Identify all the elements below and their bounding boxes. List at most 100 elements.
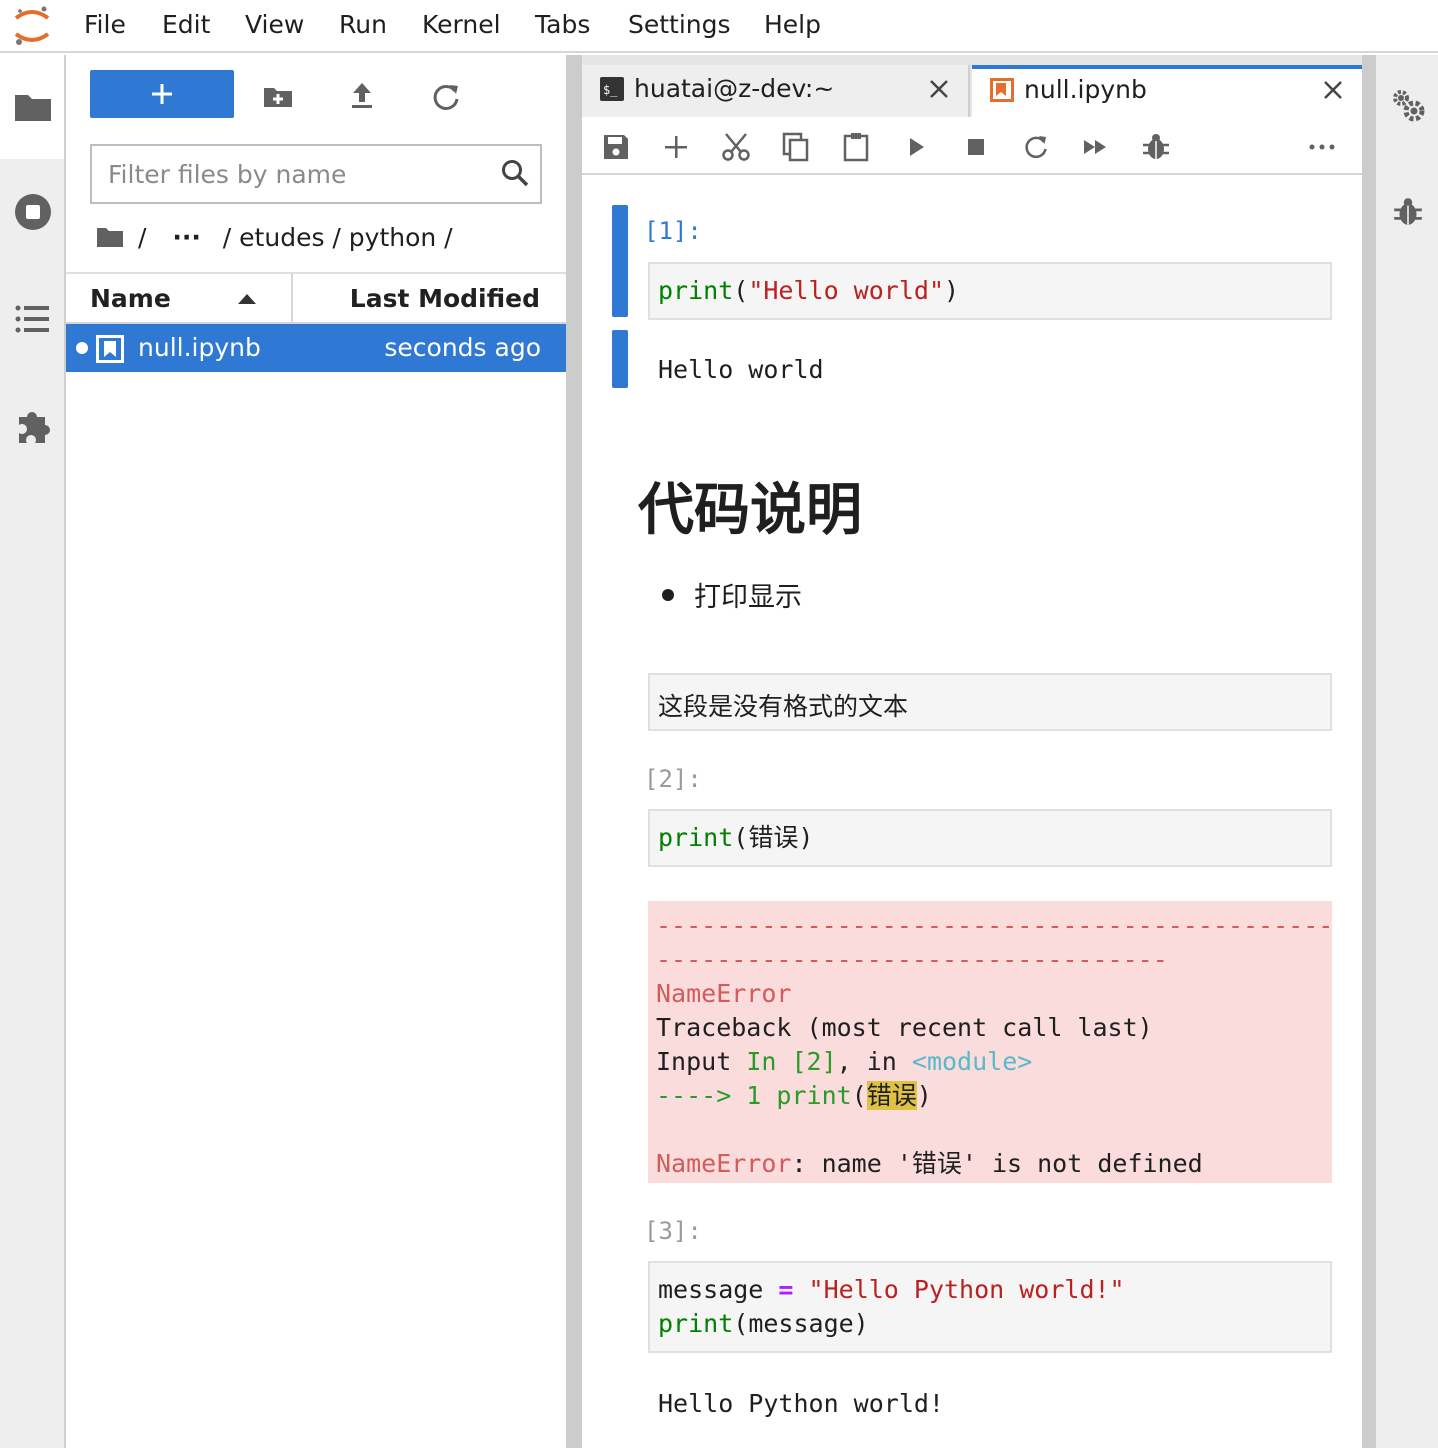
file-name: null.ipynb [138,333,261,362]
raw-cell[interactable]: 这段是没有格式的文本 [648,673,1332,731]
folder-home-icon[interactable] [96,225,124,249]
notebook-file-icon [96,335,124,363]
menu-tabs[interactable]: Tabs [535,10,590,39]
upload-icon[interactable] [342,77,382,117]
cell-output: Hello Python world! [658,1389,944,1418]
markdown-list-text: 打印显示 [694,582,802,613]
save-icon[interactable] [600,131,632,163]
svg-text:$_: $_ [603,83,618,97]
plus-icon [152,84,172,104]
run-icon[interactable] [900,131,932,163]
folder-icon[interactable] [13,87,53,127]
markdown-heading: 代码说明 [638,478,862,543]
paste-icon[interactable] [840,131,872,163]
column-name-header[interactable]: Name [90,284,171,313]
cut-icon[interactable] [720,131,752,163]
code-token: print [658,823,734,852]
error-token: ----> 1 [656,1081,777,1110]
debugger-icon[interactable] [1140,131,1172,163]
copy-icon[interactable] [780,131,812,163]
error-message: : name '错误' is not defined [791,1149,1203,1178]
file-modified: seconds ago [384,333,541,362]
code-token: ( [733,276,749,305]
right-panel-splitter[interactable] [1362,55,1376,1448]
file-filter [90,144,542,204]
cell-output: Hello world [658,355,824,384]
file-list-header: Name Last Modified [66,272,566,324]
input-prompt: [1]: [644,217,702,245]
error-highlight: 错误 [866,1081,917,1110]
tab-notebook[interactable]: null.ipynb [972,65,1362,117]
right-sidebar-tabs [1376,55,1438,1448]
tab-bar: $_ huatai@z-dev:~ null.ipynb [582,55,1362,117]
traceback-header: Traceback (most recent call last) [656,1013,1153,1042]
error-token: print [776,1081,852,1110]
breadcrumb-root[interactable]: / [138,223,146,252]
code-token: (错误) [733,823,814,852]
restart-run-all-icon[interactable] [1080,131,1112,163]
table-of-contents-icon[interactable] [13,299,53,339]
running-indicator [76,342,88,354]
error-token: <module> [911,1047,1033,1076]
new-launcher-button[interactable] [90,70,234,118]
new-folder-icon[interactable] [258,77,298,117]
running-kernels-icon[interactable] [13,192,53,232]
code-token: (message) [733,1309,869,1338]
input-collapser[interactable] [612,205,628,317]
menu-settings[interactable]: Settings [628,10,731,39]
code-cell-input[interactable]: print(错误) [648,809,1332,867]
input-prompt: [3]: [644,1217,702,1245]
notebook-icon [990,78,1014,102]
debugger-panel-icon[interactable] [1391,195,1425,229]
error-line: ---------------------------------- [656,945,1168,974]
close-icon[interactable] [1322,79,1344,101]
terminal-icon: $_ [600,77,624,101]
menu-run[interactable]: Run [339,10,387,39]
error-line: ----------------------------------------… [656,911,1332,940]
output-collapser[interactable] [612,330,628,388]
bullet-icon [662,589,674,601]
interrupt-icon[interactable] [960,131,992,163]
error-token: Input [656,1047,747,1076]
menu-file[interactable]: File [84,10,126,39]
code-token: "Hello Python world!" [793,1275,1125,1304]
file-list-item[interactable]: null.ipynb seconds ago [66,324,566,372]
filter-input[interactable] [108,156,488,192]
main-dock-area: $_ huatai@z-dev:~ null.ipynb [1]: print(… [582,55,1362,1448]
notebook-toolbar [582,117,1362,175]
code-token: = [778,1275,794,1304]
insert-cell-icon[interactable] [660,131,692,163]
menu-help[interactable]: Help [764,10,821,39]
jupyter-logo-icon [14,6,50,45]
code-token: "Hello world" [748,276,944,305]
extension-puzzle-icon[interactable] [13,405,53,445]
code-token: print [658,1309,734,1338]
error-name: NameError [656,979,792,1008]
notebook-content[interactable]: [1]: print("Hello world") Hello world 代码… [582,175,1362,1448]
breadcrumb-ellipsis[interactable]: ··· [172,223,201,252]
error-token: NameError [656,1149,792,1178]
breadcrumb: / ··· / etudes / python / [96,221,453,255]
menu-view[interactable]: View [245,10,304,39]
left-panel-splitter[interactable] [566,55,582,1448]
error-token: ) [916,1081,932,1110]
column-divider[interactable] [291,274,293,324]
close-icon[interactable] [928,78,950,100]
restart-icon[interactable] [1020,131,1052,163]
property-inspector-gears-icon[interactable] [1390,87,1426,123]
menu-edit[interactable]: Edit [162,10,210,39]
menu-kernel[interactable]: Kernel [422,10,501,39]
code-cell-input[interactable]: message = "Hello Python world!" print(me… [648,1261,1332,1353]
more-options-icon[interactable] [1306,131,1338,163]
tab-notebook-label: null.ipynb [1024,75,1147,104]
code-cell-input[interactable]: print("Hello world") [648,262,1332,320]
error-token: , in [836,1047,912,1076]
code-token: message [658,1275,779,1304]
breadcrumb-path[interactable]: / etudes / python / [223,223,453,252]
search-icon [502,160,529,187]
code-token: print [658,276,734,305]
column-last-modified-header[interactable]: Last Modified [350,284,540,313]
tab-terminal[interactable]: $_ huatai@z-dev:~ [582,65,970,117]
refresh-icon[interactable] [426,77,466,117]
code-token: ) [944,276,960,305]
